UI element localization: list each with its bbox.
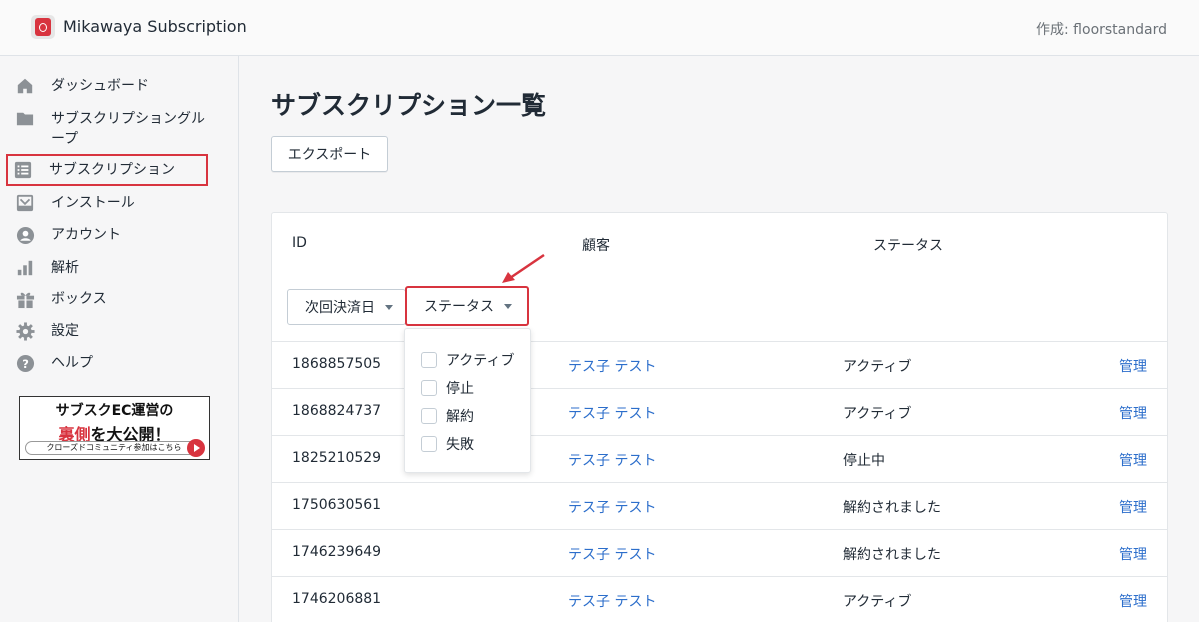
row-status: 解約されました <box>843 500 941 516</box>
status-option-cancelled[interactable]: 解約 <box>421 406 474 426</box>
row-customer-link[interactable]: テス子 テスト <box>568 356 656 376</box>
analytics-icon <box>15 258 35 278</box>
banner-line-3: クローズドコミュニティ参加はこちら <box>25 441 203 455</box>
sidebar: ダッシュボード サブスクリプショングループ サブスクリプション インストール ア… <box>0 56 239 622</box>
column-header-status: ステータス <box>873 238 943 254</box>
manage-link[interactable]: 管理 <box>1119 591 1147 611</box>
user-icon <box>15 225 35 245</box>
sidebar-item-label: ヘルプ <box>51 355 93 371</box>
column-header-id: ID <box>292 235 307 251</box>
row-customer-link[interactable]: テス子 テスト <box>568 403 656 423</box>
sidebar-item-settings[interactable]: 設定 <box>8 321 208 341</box>
status-option-paused[interactable]: 停止 <box>421 378 474 398</box>
page-title: サブスクリプション一覧 <box>271 91 547 120</box>
filter-label: ステータス <box>424 299 494 315</box>
manage-link[interactable]: 管理 <box>1119 497 1147 517</box>
option-label: 失敗 <box>446 437 474 453</box>
row-id: 1746206881 <box>292 591 382 607</box>
sidebar-item-install[interactable]: インストール <box>8 193 208 213</box>
app-name: Mikawaya Subscription <box>63 17 247 36</box>
home-icon <box>15 76 35 96</box>
banner-line-1: サブスクEC運営の <box>55 403 174 419</box>
app-logo-icon <box>31 15 55 39</box>
row-id: 1868824737 <box>292 403 382 419</box>
status-filter[interactable]: ステータス <box>405 286 529 326</box>
status-filter-dropdown: アクティブ 停止 解約 失敗 <box>404 328 531 473</box>
sidebar-item-subscription-groups[interactable]: サブスクリプショングループ <box>8 109 208 149</box>
row-customer-link[interactable]: テス子 テスト <box>568 591 656 611</box>
sidebar-item-label: 設定 <box>51 323 79 339</box>
sidebar-item-label: ボックス <box>51 291 107 307</box>
sidebar-item-label: サブスクリプショングループ <box>51 111 205 147</box>
row-status: アクティブ <box>843 594 912 610</box>
manage-link[interactable]: 管理 <box>1119 450 1147 470</box>
annotation-arrow-icon <box>502 253 545 283</box>
row-id: 1750630561 <box>292 497 382 513</box>
status-option-failed[interactable]: 失敗 <box>421 434 474 454</box>
sidebar-item-label: ダッシュボード <box>51 78 149 94</box>
caret-down-icon <box>385 304 393 310</box>
svg-text:?: ? <box>22 356 29 370</box>
sidebar-item-subscriptions[interactable]: サブスクリプション <box>6 154 208 186</box>
inbox-icon <box>15 193 35 213</box>
export-button[interactable]: エクスポート <box>271 136 388 172</box>
row-customer-link[interactable]: テス子 テスト <box>568 497 656 517</box>
sidebar-item-label: アカウント <box>51 227 121 243</box>
help-icon: ? <box>15 353 35 373</box>
play-icon <box>187 439 205 457</box>
table-row: 1746206881 テス子 テスト アクティブ 管理 <box>272 576 1167 622</box>
folder-icon <box>15 109 35 129</box>
gear-icon <box>15 321 35 341</box>
row-customer-link[interactable]: テス子 テスト <box>568 450 656 470</box>
column-header-customer: 顧客 <box>582 238 610 254</box>
top-bar: Mikawaya Subscription 作成: floorstandard <box>0 0 1199 56</box>
table-row: 1746239649 テス子 テスト 解約されました 管理 <box>272 529 1167 576</box>
next-payment-filter[interactable]: 次回決済日 <box>287 289 406 325</box>
caret-down-icon <box>504 303 512 309</box>
checkbox[interactable] <box>421 408 437 424</box>
row-id: 1825210529 <box>292 450 382 466</box>
row-id: 1746239649 <box>292 544 382 560</box>
checkbox[interactable] <box>421 436 437 452</box>
row-status: 解約されました <box>843 547 941 563</box>
row-customer-link[interactable]: テス子 テスト <box>568 544 656 564</box>
option-label: 解約 <box>446 409 474 425</box>
sidebar-item-account[interactable]: アカウント <box>8 225 208 245</box>
sidebar-item-dashboard[interactable]: ダッシュボード <box>8 76 208 96</box>
list-icon <box>13 160 33 180</box>
filter-label: 次回決済日 <box>305 300 375 316</box>
sidebar-item-label: インストール <box>51 195 135 211</box>
row-status: アクティブ <box>843 359 912 375</box>
table-row: 1750630561 テス子 テスト 解約されました 管理 <box>272 482 1167 529</box>
author-credit: 作成: floorstandard <box>1036 22 1167 38</box>
row-status: 停止中 <box>843 453 885 469</box>
manage-link[interactable]: 管理 <box>1119 403 1147 423</box>
gift-icon <box>15 289 35 309</box>
community-banner[interactable]: サブスクEC運営の 裏側を大公開！ クローズドコミュニティ参加はこちら <box>19 396 210 460</box>
checkbox[interactable] <box>421 352 437 368</box>
option-label: 停止 <box>446 381 474 397</box>
manage-link[interactable]: 管理 <box>1119 356 1147 376</box>
status-option-active[interactable]: アクティブ <box>421 350 514 370</box>
row-id: 1868857505 <box>292 356 382 372</box>
sidebar-item-analytics[interactable]: 解析 <box>8 258 208 278</box>
sidebar-item-help[interactable]: ? ヘルプ <box>8 353 208 373</box>
checkbox[interactable] <box>421 380 437 396</box>
manage-link[interactable]: 管理 <box>1119 544 1147 564</box>
sidebar-item-label: 解析 <box>51 260 79 276</box>
sidebar-item-box[interactable]: ボックス <box>8 289 208 309</box>
row-status: アクティブ <box>843 406 912 422</box>
sidebar-item-label: サブスクリプション <box>49 162 175 178</box>
option-label: アクティブ <box>446 353 515 369</box>
